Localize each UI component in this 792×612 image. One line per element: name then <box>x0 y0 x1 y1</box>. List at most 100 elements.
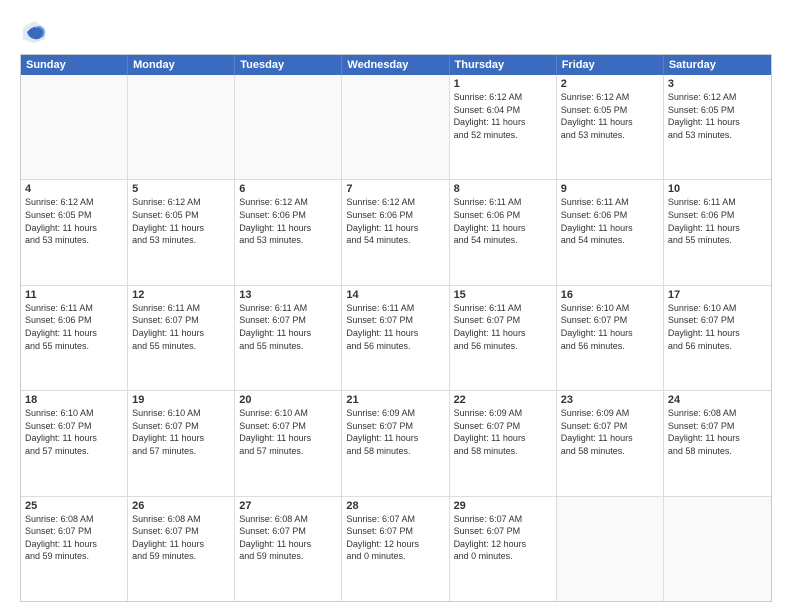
day-number: 26 <box>132 500 230 512</box>
header <box>20 18 772 46</box>
day-number: 11 <box>25 289 123 301</box>
day-info: Sunrise: 6:07 AM Sunset: 6:07 PM Dayligh… <box>454 513 552 563</box>
day-info: Sunrise: 6:12 AM Sunset: 6:06 PM Dayligh… <box>346 196 444 246</box>
weekday-header-saturday: Saturday <box>664 55 771 75</box>
day-info: Sunrise: 6:11 AM Sunset: 6:07 PM Dayligh… <box>346 302 444 352</box>
day-number: 12 <box>132 289 230 301</box>
day-number: 19 <box>132 394 230 406</box>
day-cell-25: 25Sunrise: 6:08 AM Sunset: 6:07 PM Dayli… <box>21 497 128 601</box>
day-info: Sunrise: 6:12 AM Sunset: 6:05 PM Dayligh… <box>668 91 767 141</box>
day-cell-27: 27Sunrise: 6:08 AM Sunset: 6:07 PM Dayli… <box>235 497 342 601</box>
day-info: Sunrise: 6:09 AM Sunset: 6:07 PM Dayligh… <box>346 407 444 457</box>
day-number: 18 <box>25 394 123 406</box>
day-cell-7: 7Sunrise: 6:12 AM Sunset: 6:06 PM Daylig… <box>342 180 449 284</box>
day-cell-4: 4Sunrise: 6:12 AM Sunset: 6:05 PM Daylig… <box>21 180 128 284</box>
day-number: 9 <box>561 183 659 195</box>
calendar-row-4: 18Sunrise: 6:10 AM Sunset: 6:07 PM Dayli… <box>21 390 771 495</box>
day-info: Sunrise: 6:08 AM Sunset: 6:07 PM Dayligh… <box>239 513 337 563</box>
day-cell-21: 21Sunrise: 6:09 AM Sunset: 6:07 PM Dayli… <box>342 391 449 495</box>
day-info: Sunrise: 6:12 AM Sunset: 6:06 PM Dayligh… <box>239 196 337 246</box>
day-info: Sunrise: 6:11 AM Sunset: 6:07 PM Dayligh… <box>454 302 552 352</box>
calendar-row-5: 25 Sunrise: 6:08 AM Sunset: 6:07 PM Dayli… <box>21 496 771 601</box>
day-cell-17: 17Sunrise: 6:10 AM Sunset: 6:07 PM Dayli… <box>664 286 771 390</box>
day-cell-20: 20Sunrise: 6:10 AM Sunset: 6:07 PM Dayli… <box>235 391 342 495</box>
day-cell-empty-0-0 <box>21 75 128 179</box>
day-info: Sunrise: 6:10 AM Sunset: 6:07 PM Dayligh… <box>132 407 230 457</box>
day-info: Sunrise: 6:10 AM Sunset: 6:07 PM Dayligh… <box>25 407 123 457</box>
weekday-header-friday: Friday <box>557 55 664 75</box>
day-cell-empty-0-3 <box>342 75 449 179</box>
day-cell-18: 18Sunrise: 6:10 AM Sunset: 6:07 PM Dayli… <box>21 391 128 495</box>
day-cell-26: 26Sunrise: 6:08 AM Sunset: 6:07 PM Dayli… <box>128 497 235 601</box>
day-number: 21 <box>346 394 444 406</box>
day-cell-13: 13Sunrise: 6:11 AM Sunset: 6:07 PM Dayli… <box>235 286 342 390</box>
day-info: Sunrise: 6:12 AM Sunset: 6:05 PM Dayligh… <box>25 196 123 246</box>
day-cell-empty-0-1 <box>128 75 235 179</box>
day-number: 10 <box>668 183 767 195</box>
day-info: Sunrise: 6:11 AM Sunset: 6:06 PM Dayligh… <box>454 196 552 246</box>
day-cell-2: 2Sunrise: 6:12 AM Sunset: 6:05 PM Daylig… <box>557 75 664 179</box>
day-cell-12: 12Sunrise: 6:11 AM Sunset: 6:07 PM Dayli… <box>128 286 235 390</box>
day-number: 14 <box>346 289 444 301</box>
day-info: Sunrise: 6:12 AM Sunset: 6:05 PM Dayligh… <box>561 91 659 141</box>
day-info: Sunrise: 6:11 AM Sunset: 6:06 PM Dayligh… <box>668 196 767 246</box>
day-cell-23: 23Sunrise: 6:09 AM Sunset: 6:07 PM Dayli… <box>557 391 664 495</box>
day-number: 29 <box>454 500 552 512</box>
weekday-header-tuesday: Tuesday <box>235 55 342 75</box>
day-number: 2 <box>561 78 659 90</box>
calendar: SundayMondayTuesdayWednesdayThursdayFrid… <box>20 54 772 602</box>
day-number: 27 <box>239 500 337 512</box>
weekday-header-wednesday: Wednesday <box>342 55 449 75</box>
day-number: 3 <box>668 78 767 90</box>
day-info: Sunrise: 6:08 AM Sunset: 6:07 PM Dayligh… <box>132 513 230 563</box>
day-info: Sunrise: 6:09 AM Sunset: 6:07 PM Dayligh… <box>561 407 659 457</box>
weekday-header-thursday: Thursday <box>450 55 557 75</box>
day-info: Sunrise: 6:11 AM Sunset: 6:07 PM Dayligh… <box>132 302 230 352</box>
day-info: Sunrise: 6:12 AM Sunset: 6:05 PM Dayligh… <box>132 196 230 246</box>
day-cell-6: 6Sunrise: 6:12 AM Sunset: 6:06 PM Daylig… <box>235 180 342 284</box>
day-info: Sunrise: 6:12 AM Sunset: 6:04 PM Dayligh… <box>454 91 552 141</box>
day-cell-24: 24Sunrise: 6:08 AM Sunset: 6:07 PM Dayli… <box>664 391 771 495</box>
day-number: 4 <box>25 183 123 195</box>
weekday-header-sunday: Sunday <box>21 55 128 75</box>
day-cell-10: 10Sunrise: 6:11 AM Sunset: 6:06 PM Dayli… <box>664 180 771 284</box>
logo <box>20 18 52 46</box>
day-cell-1: 1Sunrise: 6:12 AM Sunset: 6:04 PM Daylig… <box>450 75 557 179</box>
calendar-body: 1Sunrise: 6:12 AM Sunset: 6:04 PM Daylig… <box>21 75 771 601</box>
page: SundayMondayTuesdayWednesdayThursdayFrid… <box>0 0 792 612</box>
logo-icon <box>20 18 48 46</box>
day-cell-16: 16Sunrise: 6:10 AM Sunset: 6:07 PM Dayli… <box>557 286 664 390</box>
day-cell-5: 5Sunrise: 6:12 AM Sunset: 6:05 PM Daylig… <box>128 180 235 284</box>
day-info: Sunrise: 6:10 AM Sunset: 6:07 PM Dayligh… <box>239 407 337 457</box>
day-info: Sunrise: 6:11 AM Sunset: 6:06 PM Dayligh… <box>561 196 659 246</box>
day-number: 24 <box>668 394 767 406</box>
day-cell-empty-4-6 <box>664 497 771 601</box>
day-cell-28: 28Sunrise: 6:07 AM Sunset: 6:07 PM Dayli… <box>342 497 449 601</box>
day-number: 17 <box>668 289 767 301</box>
day-number: 25 <box>25 500 123 512</box>
day-info: Sunrise: 6:10 AM Sunset: 6:07 PM Dayligh… <box>668 302 767 352</box>
day-number: 16 <box>561 289 659 301</box>
day-cell-3: 3Sunrise: 6:12 AM Sunset: 6:05 PM Daylig… <box>664 75 771 179</box>
day-cell-9: 9Sunrise: 6:11 AM Sunset: 6:06 PM Daylig… <box>557 180 664 284</box>
day-number: 7 <box>346 183 444 195</box>
day-number: 13 <box>239 289 337 301</box>
day-info: Sunrise: 6:11 AM Sunset: 6:07 PM Dayligh… <box>239 302 337 352</box>
day-number: 5 <box>132 183 230 195</box>
day-cell-8: 8Sunrise: 6:11 AM Sunset: 6:06 PM Daylig… <box>450 180 557 284</box>
day-cell-15: 15Sunrise: 6:11 AM Sunset: 6:07 PM Dayli… <box>450 286 557 390</box>
day-info: Sunrise: 6:08 AM Sunset: 6:07 PM Dayligh… <box>668 407 767 457</box>
day-number: 23 <box>561 394 659 406</box>
day-cell-29: 29Sunrise: 6:07 AM Sunset: 6:07 PM Dayli… <box>450 497 557 601</box>
day-number: 8 <box>454 183 552 195</box>
day-cell-11: 11Sunrise: 6:11 AM Sunset: 6:06 PM Dayli… <box>21 286 128 390</box>
day-cell-19: 19Sunrise: 6:10 AM Sunset: 6:07 PM Dayli… <box>128 391 235 495</box>
day-cell-empty-4-5 <box>557 497 664 601</box>
day-info: Sunrise: 6:11 AM Sunset: 6:06 PM Dayligh… <box>25 302 123 352</box>
day-number: 22 <box>454 394 552 406</box>
calendar-row-3: 11Sunrise: 6:11 AM Sunset: 6:06 PM Dayli… <box>21 285 771 390</box>
calendar-row-2: 4Sunrise: 6:12 AM Sunset: 6:05 PM Daylig… <box>21 179 771 284</box>
day-number: 28 <box>346 500 444 512</box>
day-number: 6 <box>239 183 337 195</box>
day-cell-14: 14Sunrise: 6:11 AM Sunset: 6:07 PM Dayli… <box>342 286 449 390</box>
